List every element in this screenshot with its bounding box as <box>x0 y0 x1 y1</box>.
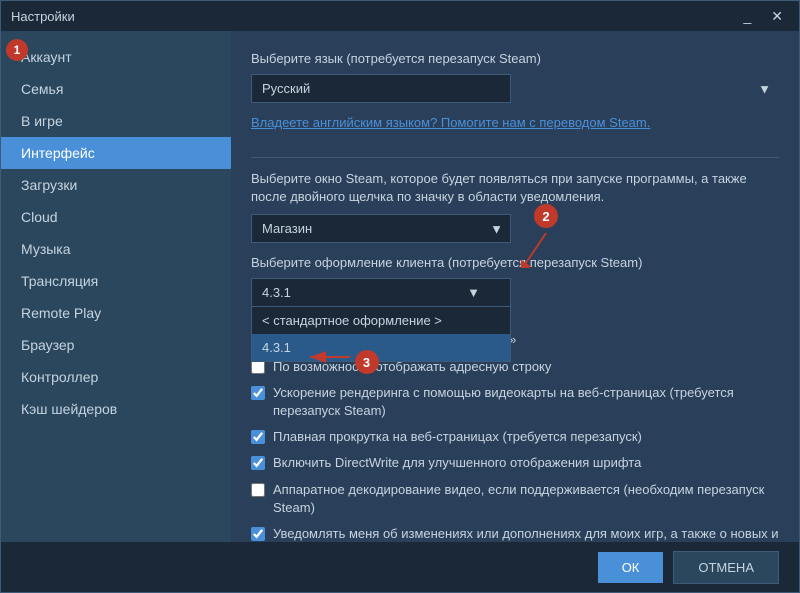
skin-option-431[interactable]: 4.3.1 <box>252 334 510 361</box>
main-panel: Выберите язык (потребуется перезапуск St… <box>231 31 799 542</box>
checkbox-row-smoothscroll: Плавная прокрутка на веб-страницах (треб… <box>251 428 779 446</box>
sidebar-item-remoteplay[interactable]: Remote Play <box>1 297 231 329</box>
titlebar-controls: _ ✕ <box>737 6 789 27</box>
skin-option-default[interactable]: < стандартное оформление > <box>252 307 510 334</box>
sidebar: 1 Аккаунт Семья В игре Интерфейс Загрузк… <box>1 31 231 542</box>
bottom-bar: ОК ОТМЕНА <box>1 542 799 592</box>
arrow-2-icon <box>521 228 571 268</box>
close-button[interactable]: ✕ <box>765 6 789 27</box>
sidebar-item-shadercache[interactable]: Кэш шейдеров <box>1 393 231 425</box>
window-section-label: Выберите окно Steam, которое будет появл… <box>251 170 779 206</box>
skin-section-label: Выберите оформление клиента (потребуется… <box>251 255 779 270</box>
lang-dropdown[interactable]: Русский <box>251 74 511 103</box>
checkbox-directwrite[interactable] <box>251 456 265 470</box>
settings-window: Настройки _ ✕ 1 Аккаунт Семья В игре Инт… <box>0 0 800 593</box>
checkbox-row-hwdecode: Аппаратное декодирование видео, если под… <box>251 481 779 517</box>
skin-dropdown-open: 4.3.1 ▼ < стандартное оформление > 4.3.1 <box>251 278 511 307</box>
checkbox-gpu[interactable] <box>251 386 265 400</box>
annotation-badge-2: 2 <box>534 204 558 228</box>
sidebar-item-account[interactable]: Аккаунт <box>1 41 231 73</box>
sidebar-item-controller[interactable]: Контроллер <box>1 361 231 393</box>
checkbox-directwrite-label: Включить DirectWrite для улучшенного ото… <box>273 454 641 472</box>
window-title: Настройки <box>11 9 75 24</box>
skin-dropdown-arrow-icon: ▼ <box>467 285 480 300</box>
lang-dropdown-container: Русский ▼ <box>251 74 779 103</box>
annotation-badge-3: 3 <box>355 350 379 374</box>
lang-dropdown-arrow-icon: ▼ <box>758 81 771 96</box>
checkbox-smoothscroll[interactable] <box>251 430 265 444</box>
window-dropdown[interactable]: Магазин <box>251 214 511 243</box>
translation-link[interactable]: Владеете английским языком? Помогите нам… <box>251 115 650 130</box>
skin-dropdown-display[interactable]: 4.3.1 ▼ <box>251 278 511 307</box>
skin-dropdown-menu: < стандартное оформление > 4.3.1 <box>251 307 511 362</box>
checkbox-notify-label: Уведомлять меня об изменениях или дополн… <box>273 525 779 542</box>
lang-section-label: Выберите язык (потребуется перезапуск St… <box>251 51 779 66</box>
minimize-button[interactable]: _ <box>737 6 757 27</box>
content-area: 1 Аккаунт Семья В игре Интерфейс Загрузк… <box>1 31 799 542</box>
sidebar-item-ingame[interactable]: В игре <box>1 105 231 137</box>
arrow-3-icon <box>300 347 350 377</box>
checkbox-row-gpu: Ускорение рендеринга с помощью видеокарт… <box>251 384 779 420</box>
sidebar-item-cloud[interactable]: Cloud <box>1 201 231 233</box>
checkbox-notify[interactable] <box>251 527 265 541</box>
sidebar-item-browser[interactable]: Браузер <box>1 329 231 361</box>
cancel-button[interactable]: ОТМЕНА <box>673 551 779 584</box>
ok-button[interactable]: ОК <box>598 552 664 583</box>
divider-1 <box>251 157 779 158</box>
checkbox-row-directwrite: Включить DirectWrite для улучшенного ото… <box>251 454 779 472</box>
sidebar-item-downloads[interactable]: Загрузки <box>1 169 231 201</box>
checkbox-hwdecode[interactable] <box>251 483 265 497</box>
sidebar-item-broadcast[interactable]: Трансляция <box>1 265 231 297</box>
sidebar-item-interface[interactable]: Интерфейс <box>1 137 231 169</box>
annotation-badge-1: 1 <box>6 39 28 61</box>
checkbox-row-notify: Уведомлять меня об изменениях или дополн… <box>251 525 779 542</box>
titlebar: Настройки _ ✕ <box>1 1 799 31</box>
sidebar-item-family[interactable]: Семья <box>1 73 231 105</box>
checkbox-hwdecode-label: Аппаратное декодирование видео, если под… <box>273 481 779 517</box>
checkbox-smoothscroll-label: Плавная прокрутка на веб-страницах (треб… <box>273 428 642 446</box>
checkbox-gpu-label: Ускорение рендеринга с помощью видеокарт… <box>273 384 779 420</box>
sidebar-item-music[interactable]: Музыка <box>1 233 231 265</box>
